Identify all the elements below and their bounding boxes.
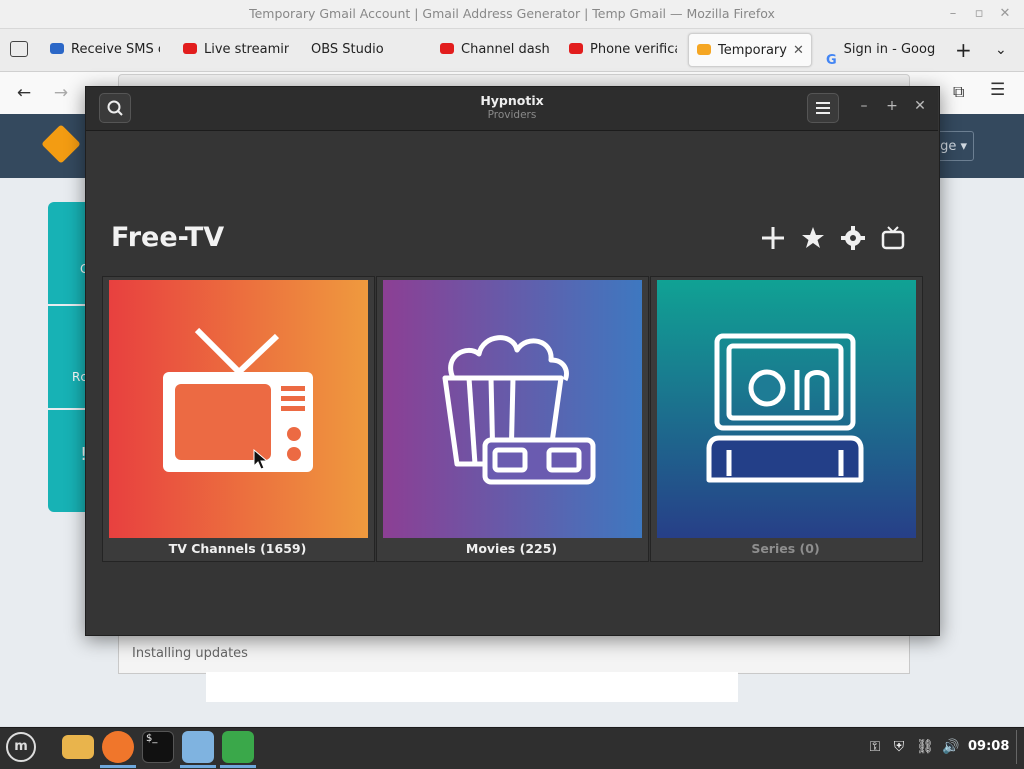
extensions-icon[interactable]: ⧉: [953, 82, 975, 104]
tab-label: Sign in - Goog: [843, 42, 936, 57]
tab-overflow-icon[interactable]: ⌄: [995, 40, 1013, 60]
menu-icon[interactable]: ☰: [990, 80, 1012, 102]
tab-channel-dashboard[interactable]: Channel dashb: [440, 33, 550, 67]
tab-label: Live streaming: [204, 42, 289, 57]
tab-label: Temporary: [718, 43, 787, 58]
tv-guide-button[interactable]: [879, 224, 907, 252]
tab-obs-studio[interactable]: OBS Studio: [290, 33, 400, 67]
language-label: ge: [940, 139, 957, 154]
files-icon[interactable]: [62, 735, 94, 759]
new-tab-button[interactable]: +: [955, 40, 973, 60]
movies-art[interactable]: [383, 280, 642, 538]
maximize-icon[interactable]: ▫: [971, 6, 987, 22]
hypnotix-icon[interactable]: [182, 731, 214, 763]
series-art[interactable]: [657, 280, 916, 538]
tv-channels-label: TV Channels (1659): [168, 541, 307, 556]
movies-label: Movies (225): [465, 541, 558, 556]
hypnotix-maximize-icon[interactable]: +: [884, 98, 900, 114]
tab-receive-sms[interactable]: Receive SMS c: [50, 33, 160, 67]
popcorn-icon: [442, 335, 596, 485]
star-icon: [802, 227, 824, 248]
shield-tray-icon[interactable]: ⛨: [890, 738, 908, 756]
mint-menu-icon[interactable]: m: [6, 732, 36, 762]
youtube-icon: [569, 43, 583, 54]
sms-site-icon: [50, 43, 64, 54]
preferences-button[interactable]: [839, 224, 867, 252]
tab-label: OBS Studio: [311, 42, 384, 57]
installing-status: Installing updates: [132, 646, 248, 661]
series-icon: [706, 333, 864, 483]
tab-label: Receive SMS c: [71, 42, 160, 57]
tab-label: Channel dashb: [461, 42, 550, 57]
back-button[interactable]: ←: [11, 80, 37, 106]
tab-live-streaming[interactable]: Live streaming: [183, 33, 289, 67]
mouse-cursor-icon: [253, 449, 269, 470]
gear-icon: [841, 226, 865, 250]
favorites-button[interactable]: [799, 224, 827, 252]
television-icon: [881, 226, 905, 250]
tab-label: Phone verifica: [590, 42, 677, 57]
tv-icon: [163, 327, 313, 472]
minimize-icon[interactable]: –: [945, 6, 961, 22]
show-desktop-button[interactable]: [1016, 730, 1021, 764]
provider-name: Free-TV: [111, 222, 225, 253]
terminal-icon[interactable]: $_: [142, 731, 174, 763]
close-icon[interactable]: ✕: [997, 6, 1013, 22]
tab-phone-verification[interactable]: Phone verifica: [569, 33, 677, 67]
tab-temporary[interactable]: Temporary ✕: [688, 33, 812, 67]
tab-google-signin[interactable]: G Sign in - Goog: [826, 33, 936, 67]
window-title: Temporary Gmail Account | Gmail Address …: [249, 6, 775, 21]
clock[interactable]: 09:08: [968, 739, 1009, 754]
youtube-icon: [440, 43, 454, 54]
firefox-icon[interactable]: [102, 731, 134, 763]
google-icon: G: [826, 53, 837, 67]
email-icon: [697, 44, 711, 55]
tab-list-icon[interactable]: [10, 41, 28, 57]
hamburger-icon: [816, 102, 830, 114]
hamburger-menu-button[interactable]: [807, 93, 839, 123]
tab-close-icon[interactable]: ✕: [793, 34, 804, 66]
page-panel: [206, 672, 738, 702]
network-icon[interactable]: ⛓: [916, 738, 934, 756]
volume-icon[interactable]: 🔊: [942, 738, 960, 756]
hypnotix-close-icon[interactable]: ✕: [912, 98, 928, 114]
obs-icon: [290, 43, 304, 54]
add-provider-button[interactable]: [759, 224, 787, 252]
youtube-icon: [183, 43, 197, 54]
shield-app-icon[interactable]: [222, 731, 254, 763]
plus-icon: [762, 227, 784, 249]
forward-button[interactable]: →: [48, 80, 74, 106]
series-label: Series (0): [751, 541, 820, 556]
hypnotix-minimize-icon[interactable]: –: [856, 98, 872, 114]
update-manager-icon[interactable]: ⚿: [866, 738, 884, 756]
tv-channels-art[interactable]: [109, 280, 368, 538]
